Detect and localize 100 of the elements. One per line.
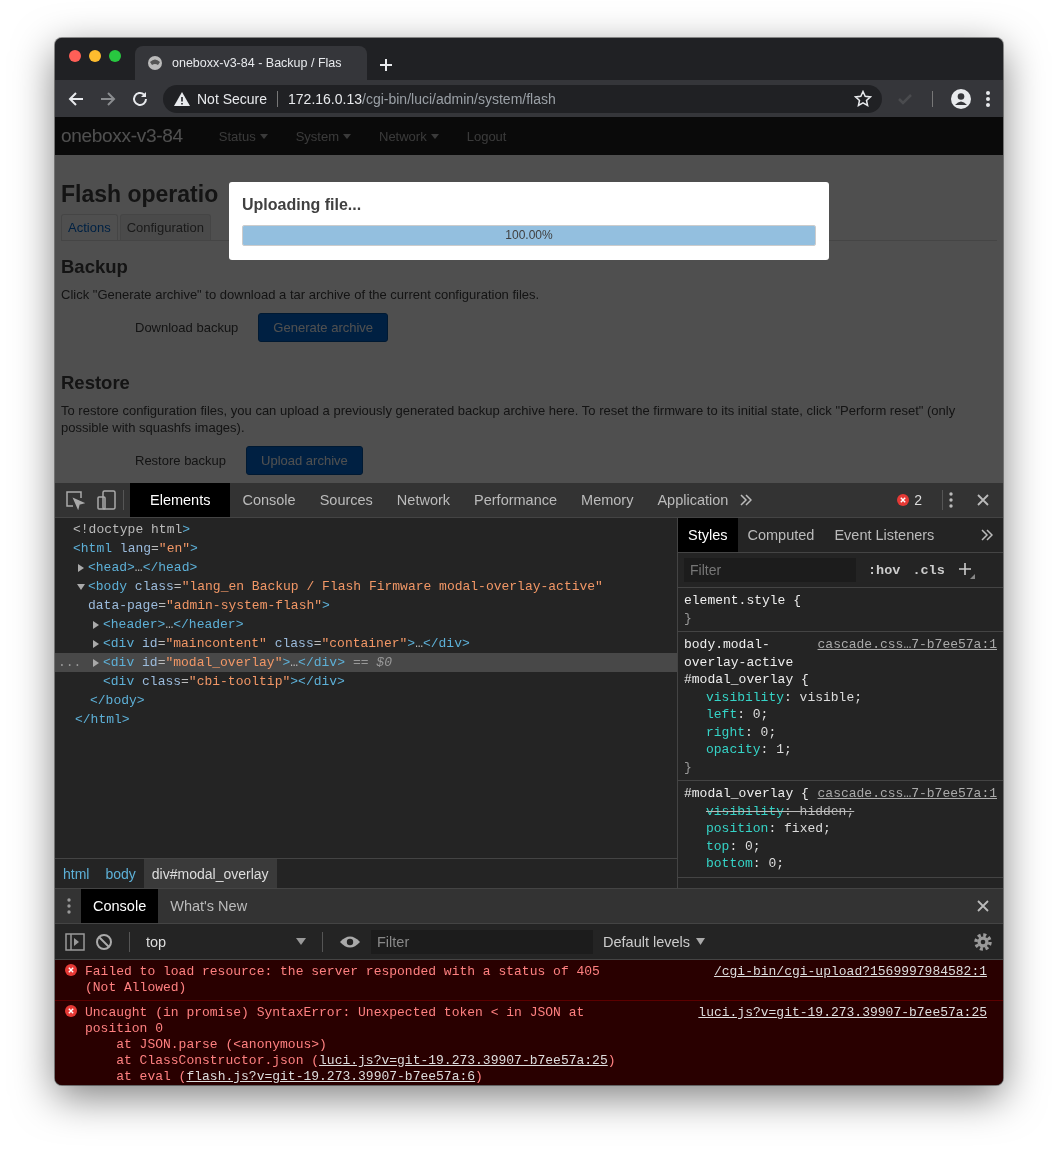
filter-field[interactable]: Filter <box>371 929 593 954</box>
expanded-triangle-icon[interactable] <box>76 581 86 592</box>
breadcrumb[interactable]: body <box>97 859 144 888</box>
more-tabs-icon[interactable] <box>981 529 993 541</box>
dom-tree-row[interactable]: <body class="lang_en Backup / Flash Firmware modal-overlay-active" data-page="admin-system-flash"> <box>55 577 677 615</box>
menu-icon[interactable] <box>67 898 71 914</box>
address-bar[interactable]: Not Secure 172.16.0.13/cgi-bin/luci/admin/system/flash <box>163 84 882 113</box>
class-toggle[interactable]: .cls <box>912 562 945 578</box>
minimize-button[interactable] <box>89 50 101 62</box>
dom-tree-row[interactable]: ... <div id="modal_overlay">…</div> == $0 <box>55 653 677 672</box>
caret-icon <box>343 133 351 139</box>
devtools-tab[interactable]: Performance <box>462 483 570 517</box>
dom-node-markup: <div id="modal_overlay">…</div> <box>103 655 345 670</box>
close-icon[interactable] <box>977 900 989 912</box>
dom-node-markup: <head>…</head> <box>88 560 198 575</box>
css-property[interactable]: top: 0; <box>684 837 997 855</box>
error-icon <box>65 964 77 976</box>
levels-dropdown[interactable]: Default levels <box>603 933 706 950</box>
caret-icon <box>259 133 268 139</box>
forward-icon[interactable] <box>99 89 117 108</box>
clear-icon[interactable] <box>95 932 113 951</box>
css-property[interactable]: visibility: hidden; <box>684 802 997 820</box>
hover-toggle[interactable]: :hov <box>868 562 901 578</box>
devtools-tab[interactable]: Sources <box>307 483 385 517</box>
styles-tab[interactable]: Computed <box>737 518 825 552</box>
dom-node-markup: </html> <box>75 712 130 727</box>
dom-node-markup: <div id="maincontent" class="container">…</div> <box>103 636 470 651</box>
collapsed-triangle-icon[interactable] <box>76 562 86 573</box>
breadcrumb[interactable]: div#modal_overlay <box>143 859 277 888</box>
profile-icon[interactable] <box>951 88 971 109</box>
tab-title: oneboxx-v3-84 - Backup / Flas <box>172 56 342 70</box>
menu-icon[interactable] <box>949 492 953 508</box>
source-link[interactable]: cascade.css…7-b7ee57a:1 <box>817 785 997 803</box>
dom-tree-row[interactable]: <!doctype html> <box>55 520 677 539</box>
collapsed-triangle-icon[interactable] <box>91 619 101 630</box>
field-label: Restore backup <box>135 453 227 468</box>
error-count[interactable]: 2 <box>897 492 922 508</box>
devtools-tab[interactable]: Elements <box>130 483 231 517</box>
drawer-tab[interactable]: Console <box>81 889 159 923</box>
close-button[interactable] <box>69 50 81 62</box>
devtools-tab[interactable]: Console <box>230 483 308 517</box>
source-link[interactable]: flash.js?v=git-19.273.39907-b7ee57a:6 <box>186 1069 476 1084</box>
back-icon[interactable] <box>67 89 85 108</box>
styles-tab[interactable]: Styles <box>678 518 738 552</box>
dom-node-markup: <header>…</header> <box>103 617 244 632</box>
caret-icon <box>296 938 306 945</box>
settings-icon[interactable] <box>973 931 993 952</box>
section-description: To restore configuration files, you can upload a previously generated backup archive here. To reset the firmware to its initial state, click "Perform reset" (only possible with squashfs images). <box>61 402 957 436</box>
collapsed-triangle-icon[interactable] <box>91 638 101 649</box>
warning-icon[interactable] <box>173 90 191 107</box>
dom-tree-row[interactable]: <div class="cbi-tooltip"></div> <box>55 672 677 691</box>
browser-tab[interactable]: oneboxx-v3-84 - Backup / Flas <box>135 46 367 80</box>
dom-node-markup: </body> <box>90 693 145 708</box>
field-label: Download backup <box>135 320 239 335</box>
css-property[interactable]: visibility: visible; <box>684 688 997 706</box>
devtools-tab[interactable]: Memory <box>569 483 646 517</box>
more-tabs-icon[interactable] <box>740 494 753 506</box>
security-label[interactable]: Not Secure <box>197 90 268 107</box>
dom-tree-row[interactable]: <head>…</head> <box>55 558 677 577</box>
stack-trace-line: at ClassConstructor.json (luci.js?v=git-19.273.39907-b7ee57a:25) <box>115 1053 617 1069</box>
inspect-icon[interactable] <box>65 490 85 510</box>
css-property[interactable]: position: fixed; <box>684 820 997 838</box>
reload-icon[interactable] <box>131 89 149 108</box>
source-link[interactable]: /cgi-bin/cgi-upload?1569997984582:1 <box>713 964 987 996</box>
source-link[interactable]: luci.js?v=git-19.273.39907-b7ee57a:25 <box>319 1053 608 1068</box>
dom-tree-row[interactable]: <header>…</header> <box>55 615 677 634</box>
stack-trace-line: at JSON.parse (<anonymous>) <box>115 1037 328 1053</box>
css-property[interactable]: bottom: 0; <box>684 855 997 873</box>
devtools-tab[interactable]: Application <box>645 483 741 517</box>
source-link[interactable]: luci.js?v=git-19.273.39907-b7ee57a:25 <box>698 1005 987 1085</box>
dom-tree-row[interactable]: <html lang="en"> <box>55 539 677 558</box>
css-selector: element.style { <box>684 592 803 610</box>
star-icon[interactable] <box>854 89 872 108</box>
url-text[interactable]: 172.16.0.13/cgi-bin/luci/admin/system/flash <box>288 90 848 107</box>
source-link[interactable]: cascade.css…7-b7ee57a:1 <box>817 636 997 654</box>
dom-tree-row[interactable]: <div id="maincontent" class="container">…</div> <box>55 634 677 653</box>
stack-trace-line: at eval (flash.js?v=git-19.273.39907-b7ee57a:6) <box>115 1069 484 1085</box>
filter-field[interactable]: Filter <box>684 558 856 582</box>
new-tab-icon[interactable] <box>379 58 393 72</box>
drawer-tab[interactable]: What's New <box>158 889 260 923</box>
collapsed-triangle-icon[interactable] <box>91 657 101 668</box>
close-icon[interactable] <box>977 494 989 506</box>
dialog-title: Uploading file... <box>242 196 363 214</box>
sidebar-icon[interactable] <box>65 932 85 951</box>
breadcrumb[interactable]: html <box>55 859 98 888</box>
css-property[interactable]: left: 0; <box>684 706 997 724</box>
eye-icon[interactable] <box>339 934 361 949</box>
context-dropdown[interactable]: top <box>146 933 306 950</box>
menu-icon[interactable] <box>985 89 991 108</box>
css-property[interactable]: opacity: 1; <box>684 741 997 759</box>
device-icon[interactable] <box>97 490 117 510</box>
selected-node-marker: == $0 <box>352 655 392 670</box>
css-selector: #modal_overlay { <box>684 785 810 803</box>
section-heading: Restore <box>61 372 131 394</box>
add-rule-icon[interactable] <box>956 561 975 579</box>
dom-node-markup: <div class="cbi-tooltip"></div> <box>103 674 345 689</box>
css-property[interactable]: right: 0; <box>684 723 997 741</box>
styles-tab[interactable]: Event Listeners <box>824 518 945 552</box>
zoom-button[interactable] <box>109 50 121 62</box>
devtools-tab[interactable]: Network <box>384 483 463 517</box>
